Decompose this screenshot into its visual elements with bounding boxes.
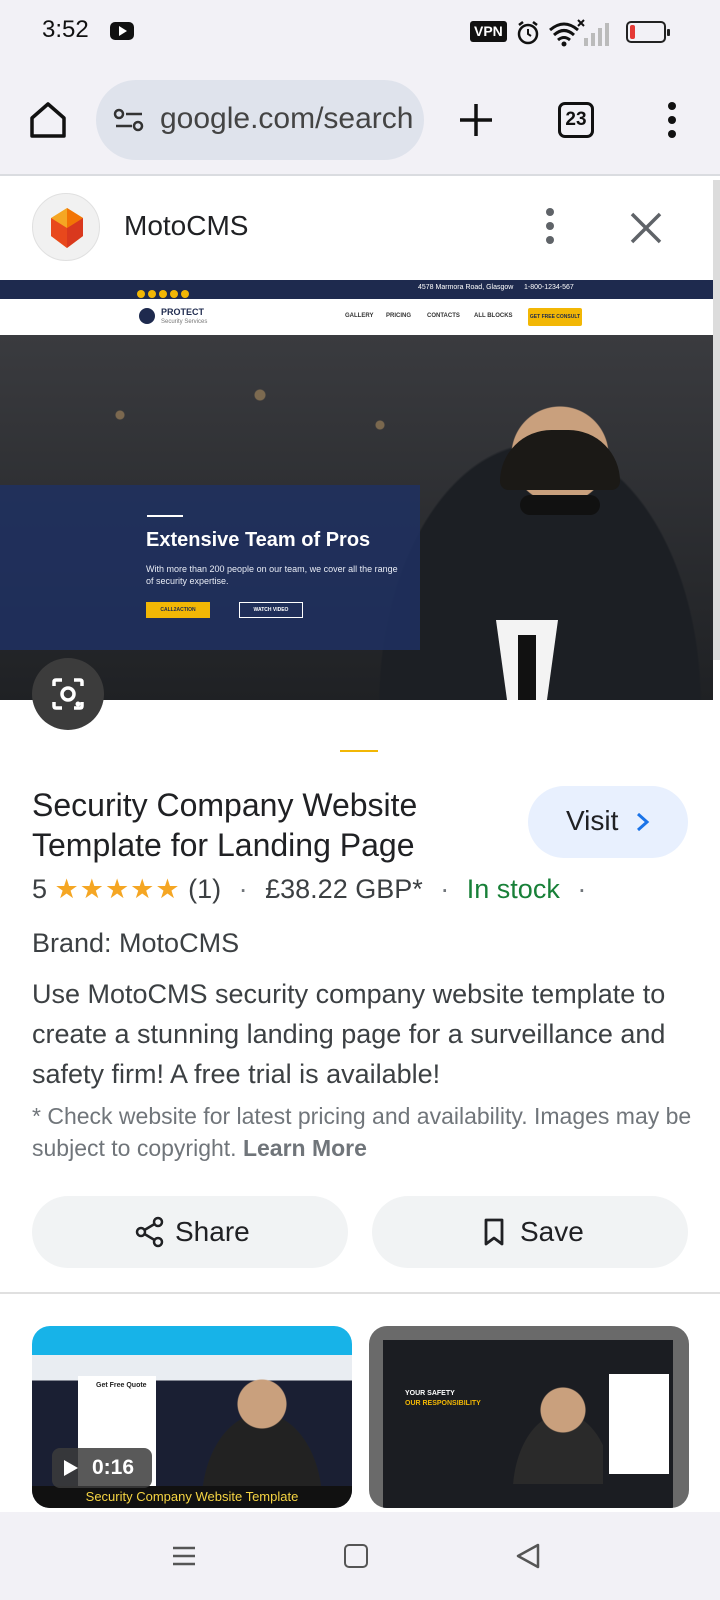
panel-cta-button: CALL2ACTION (146, 602, 210, 618)
panel-video-button: WATCH VIDEO (239, 602, 303, 618)
learn-more-link[interactable]: Learn More (243, 1135, 367, 1161)
stock-status: In stock (466, 874, 560, 904)
play-icon (64, 1460, 78, 1476)
template-preview (383, 1340, 673, 1508)
template-brand: PROTECT (161, 307, 205, 317)
panel-description: With more than 200 people on our team, w… (146, 564, 398, 586)
status-time: 3:52 (42, 16, 89, 43)
browser-toolbar: google.com/search 23 (0, 64, 720, 176)
carousel-indicator (340, 750, 378, 752)
template-cta: GET FREE CONSULT (528, 308, 582, 326)
more-options-icon[interactable] (536, 204, 564, 248)
site-settings-icon[interactable] (112, 106, 146, 134)
template-address: 4578 Marmora Road, Glasgow (418, 284, 514, 291)
save-button[interactable]: Save (372, 1196, 688, 1268)
home-nav-icon[interactable] (344, 1544, 368, 1568)
home-icon[interactable] (26, 98, 70, 142)
product-image[interactable]: 4578 Marmora Road, Glasgow 1-800-1234-56… (0, 280, 713, 700)
status-bar: 3:52 VPN (0, 0, 720, 64)
recent-apps-icon[interactable] (170, 1542, 198, 1570)
system-nav-bar (0, 1512, 720, 1600)
save-label: Save (520, 1216, 584, 1247)
hero-photo: Extensive Team of Pros With more than 20… (0, 335, 713, 700)
template-logo-icon (139, 308, 155, 324)
battery-level (630, 25, 635, 39)
template-brand-sub: Security Services (161, 319, 208, 325)
sunglasses (520, 495, 600, 515)
new-tab-plus-icon[interactable] (454, 98, 498, 142)
rating-stars-icon: ★★★★★ (54, 874, 181, 904)
product-title: Security Company Website Template for La… (32, 787, 418, 863)
panel-title: Extensive Team of Pros (146, 529, 371, 551)
url-text[interactable]: google.com/search (160, 102, 413, 136)
visit-label: Visit (566, 805, 619, 836)
youtube-notification-icon (110, 22, 134, 40)
divider (0, 1292, 720, 1294)
share-button[interactable]: Share (32, 1196, 348, 1268)
alarm-icon (517, 21, 539, 45)
share-label: Share (175, 1216, 250, 1247)
separator: · (238, 874, 248, 904)
battery-icon (626, 21, 670, 43)
hero-panel: Extensive Team of Pros With more than 20… (0, 485, 420, 650)
template-nav-item: ALL BLOCKS (474, 313, 513, 319)
review-count: (1) (188, 874, 222, 904)
separator: · (577, 874, 587, 904)
disclaimer: * Check website for latest pricing and a… (32, 1100, 692, 1164)
man-tie (518, 635, 536, 700)
site-name: MotoCMS (124, 210, 249, 241)
tab-switcher-button[interactable]: 23 (558, 102, 594, 138)
close-icon[interactable] (628, 210, 664, 246)
brand-line: Brand: MotoCMS (32, 928, 240, 958)
preview-sidebar (609, 1374, 669, 1474)
signal-icon (577, 19, 609, 46)
related-image-thumbnail[interactable]: YOUR SAFETY OUR RESPONSIBILITY (369, 1326, 689, 1508)
visit-button[interactable]: Visit (528, 786, 688, 858)
back-icon[interactable] (514, 1542, 542, 1570)
rating-value: 5 (32, 874, 48, 904)
video-duration-badge: 0:16 (52, 1448, 152, 1488)
status-icons (517, 19, 609, 47)
price: £38.22 GBP* (265, 874, 423, 904)
vpn-badge: VPN (470, 21, 507, 42)
thumbnail-person (503, 1374, 603, 1484)
sheet-header: MotoCMS (0, 178, 720, 280)
google-lens-button[interactable] (32, 658, 104, 730)
preview-headline: YOUR SAFETY (405, 1390, 455, 1397)
video-duration: 0:16 (92, 1456, 135, 1479)
address-bar[interactable]: google.com/search (96, 80, 424, 160)
share-icon (135, 1216, 164, 1248)
wifi-icon (549, 22, 579, 47)
lens-icon (52, 678, 84, 710)
preview-headline-accent: OUR RESPONSIBILITY (405, 1400, 481, 1407)
bookmark-icon (484, 1218, 504, 1246)
overflow-menu-icon[interactable] (660, 98, 684, 142)
product-meta: 5 ★★★★★ (1) · £38.22 GBP* · In stock · (32, 874, 596, 905)
separator: · (440, 874, 450, 904)
video-caption: Security Company Website Template (32, 1486, 352, 1508)
template-topbar: 4578 Marmora Road, Glasgow 1-800-1234-56… (0, 280, 713, 299)
scrollbar[interactable] (713, 180, 720, 660)
template-nav-item: PRICING (386, 313, 412, 319)
quote-form-title: Get Free Quote (96, 1382, 147, 1389)
panel-rule (147, 515, 183, 517)
template-nav: PROTECT Security Services GALLERY PRICIN… (0, 299, 713, 335)
template-phone: 1-800-1234-567 (524, 284, 574, 291)
man-hair (500, 430, 620, 490)
template-nav-item: GALLERY (345, 313, 374, 319)
motocms-logo-icon (32, 193, 100, 261)
chevron-right-icon (637, 812, 650, 832)
product-description: Use MotoCMS security company website tem… (32, 979, 666, 1089)
template-nav-item: CONTACTS (427, 313, 460, 319)
